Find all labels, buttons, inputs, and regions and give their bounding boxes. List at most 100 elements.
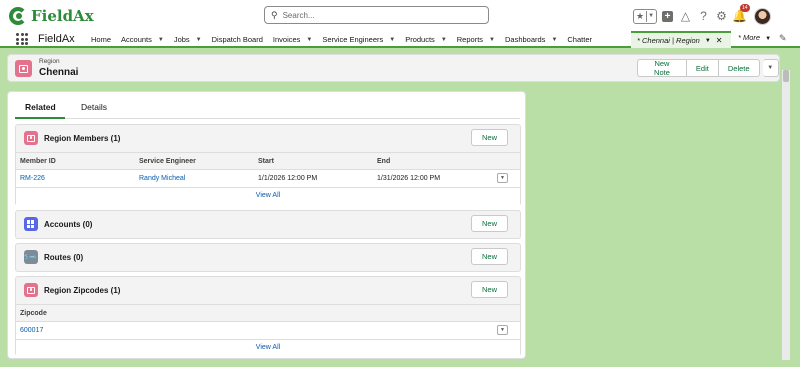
chevron-down-icon[interactable]: ▼ [306, 37, 312, 43]
logo-text: FieldAx [31, 7, 94, 25]
chevron-down-icon: ▼ [648, 13, 655, 19]
notifications-button[interactable]: 🔔 14 [732, 3, 750, 24]
nav-item-label: Reports [456, 35, 484, 44]
global-actions-button[interactable]: + [660, 9, 675, 24]
close-icon[interactable]: ✕ [716, 36, 723, 45]
start-date: 1/1/2026 12:00 PM [258, 175, 318, 182]
table-header: Zipcode [16, 304, 520, 322]
nav-item-jobs[interactable]: Jobs ▼ [174, 31, 212, 48]
nav-more-menu[interactable]: * More ▼ [738, 33, 771, 42]
favorites-button[interactable]: ★ ▼ [633, 8, 657, 24]
related-card: Related Details Region Members (1) New M… [7, 91, 526, 359]
gear-icon[interactable]: ⚙ [714, 9, 729, 24]
column-header[interactable]: Member ID [20, 158, 56, 165]
member-id-link[interactable]: RM-226 [20, 175, 45, 182]
column-header[interactable]: Zipcode [20, 310, 47, 317]
region-icon [15, 60, 32, 77]
chevron-down-icon[interactable]: ▼ [705, 38, 711, 44]
column-header[interactable]: Start [258, 158, 274, 165]
nav-item-chatter[interactable]: Chatter [567, 31, 602, 48]
new-region-member-button[interactable]: New [470, 129, 508, 146]
fieldax-logo-icon [8, 6, 30, 26]
nav-item-label: Products [405, 35, 435, 44]
tab-details[interactable]: Details [81, 102, 107, 112]
delete-button[interactable]: Delete [718, 59, 760, 77]
edit-nav-icon[interactable]: ✎ [779, 33, 787, 44]
table-row: 600017 ▼ [16, 322, 520, 340]
chevron-down-icon[interactable]: ▼ [441, 37, 447, 43]
search-input[interactable] [282, 10, 463, 20]
nav-item-label: Invoices [272, 35, 301, 44]
new-account-button[interactable]: New [470, 215, 508, 232]
nav-item-invoices[interactable]: Invoices ▼ [273, 31, 322, 48]
region-zipcode-icon [24, 283, 38, 297]
nav-item-label: Jobs [173, 35, 190, 44]
table-header: Member ID Service Engineer Start End [16, 152, 520, 170]
new-route-button[interactable]: New [470, 248, 508, 265]
new-note-button[interactable]: New Note [637, 59, 687, 77]
routes-section: 🔧 Routes (0) New [15, 243, 521, 272]
chevron-down-icon: ▼ [765, 36, 772, 42]
active-tab-label: * Chennai | Region [637, 36, 700, 45]
region-members-table: Member ID Service Engineer Start End RM-… [16, 152, 520, 206]
chevron-down-icon[interactable]: ▼ [196, 37, 202, 43]
accounts-icon [24, 217, 38, 231]
trailhead-icon[interactable]: △ [678, 9, 693, 24]
column-header[interactable]: End [377, 158, 390, 165]
column-header[interactable]: Service Engineer [139, 158, 196, 165]
region-member-icon [24, 131, 38, 145]
nav-item-label: Accounts [121, 35, 152, 44]
nav-item-label: Dispatch Board [211, 35, 263, 44]
record-header: Region Chennai New Note Edit Delete ▼ [7, 54, 780, 82]
nav-item-label: Home [91, 35, 112, 44]
chevron-down-icon[interactable]: ▼ [389, 37, 395, 43]
chevron-down-icon[interactable]: ▼ [551, 37, 557, 43]
help-icon[interactable]: ? [696, 9, 711, 24]
nav-item-products[interactable]: Products ▼ [405, 31, 457, 48]
global-search[interactable]: ⚲ [264, 6, 489, 24]
page-scrollbar[interactable] [782, 70, 790, 360]
record-tabs: Related Details [15, 92, 520, 119]
scroll-thumb[interactable] [783, 70, 789, 82]
more-actions-button[interactable]: ▼ [762, 59, 779, 77]
region-members-section: Region Members (1) New Member ID Service… [15, 124, 521, 206]
notification-badge: 14 [740, 3, 750, 12]
row-actions-button[interactable]: ▼ [497, 325, 508, 335]
chevron-down-icon[interactable]: ▼ [489, 37, 495, 43]
new-region-zipcode-button[interactable]: New [470, 281, 508, 298]
chevron-down-icon[interactable]: ▼ [158, 37, 164, 43]
record-title: Chennai [39, 67, 79, 78]
search-icon: ⚲ [271, 9, 278, 20]
tab-related[interactable]: Related [25, 102, 56, 112]
app-launcher-icon[interactable] [16, 33, 28, 45]
nav-item-reports[interactable]: Reports ▼ [457, 31, 505, 48]
view-all-link[interactable]: View All [16, 340, 520, 356]
row-actions-button[interactable]: ▼ [497, 173, 508, 183]
region-zipcodes-title[interactable]: Region Zipcodes (1) [44, 286, 120, 295]
zipcode-link[interactable]: 600017 [20, 327, 43, 334]
table-row: RM-226 Randy Micheal 1/1/2026 12:00 PM 1… [16, 170, 520, 188]
region-members-title[interactable]: Region Members (1) [44, 134, 120, 143]
view-all-link[interactable]: View All [16, 188, 520, 204]
nav-item-label: Dashboards [504, 35, 546, 44]
nav-item-service-engineers[interactable]: Service Engineers ▼ [322, 31, 405, 48]
routes-title[interactable]: Routes (0) [44, 253, 83, 262]
nav-item-dashboards[interactable]: Dashboards ▼ [505, 31, 567, 48]
wrench-icon: 🔧 [23, 249, 39, 265]
user-avatar[interactable] [754, 7, 771, 25]
service-engineer-link[interactable]: Randy Micheal [139, 175, 185, 182]
chevron-down-icon: ▼ [767, 65, 774, 71]
nav-item-label: Chatter [567, 35, 592, 44]
accounts-title[interactable]: Accounts (0) [44, 220, 92, 229]
star-icon: ★ [634, 10, 648, 22]
tab-chennai-region[interactable]: * Chennai | Region ▼ ✕ [631, 31, 731, 48]
nav-item-home[interactable]: Home [91, 31, 121, 48]
nav-item-dispatch-board[interactable]: Dispatch Board [212, 31, 273, 48]
fieldax-logo[interactable]: FieldAx [8, 6, 94, 26]
app-name: FieldAx [38, 33, 75, 45]
region-zipcodes-table: Zipcode 600017 ▼ View All [16, 304, 520, 356]
edit-button[interactable]: Edit [686, 59, 719, 77]
nav-item-label: Service Engineers [322, 35, 384, 44]
global-header: FieldAx ⚲ ★ ▼ + △ ? ⚙ 🔔 14 [0, 0, 800, 31]
nav-item-accounts[interactable]: Accounts ▼ [121, 31, 174, 48]
